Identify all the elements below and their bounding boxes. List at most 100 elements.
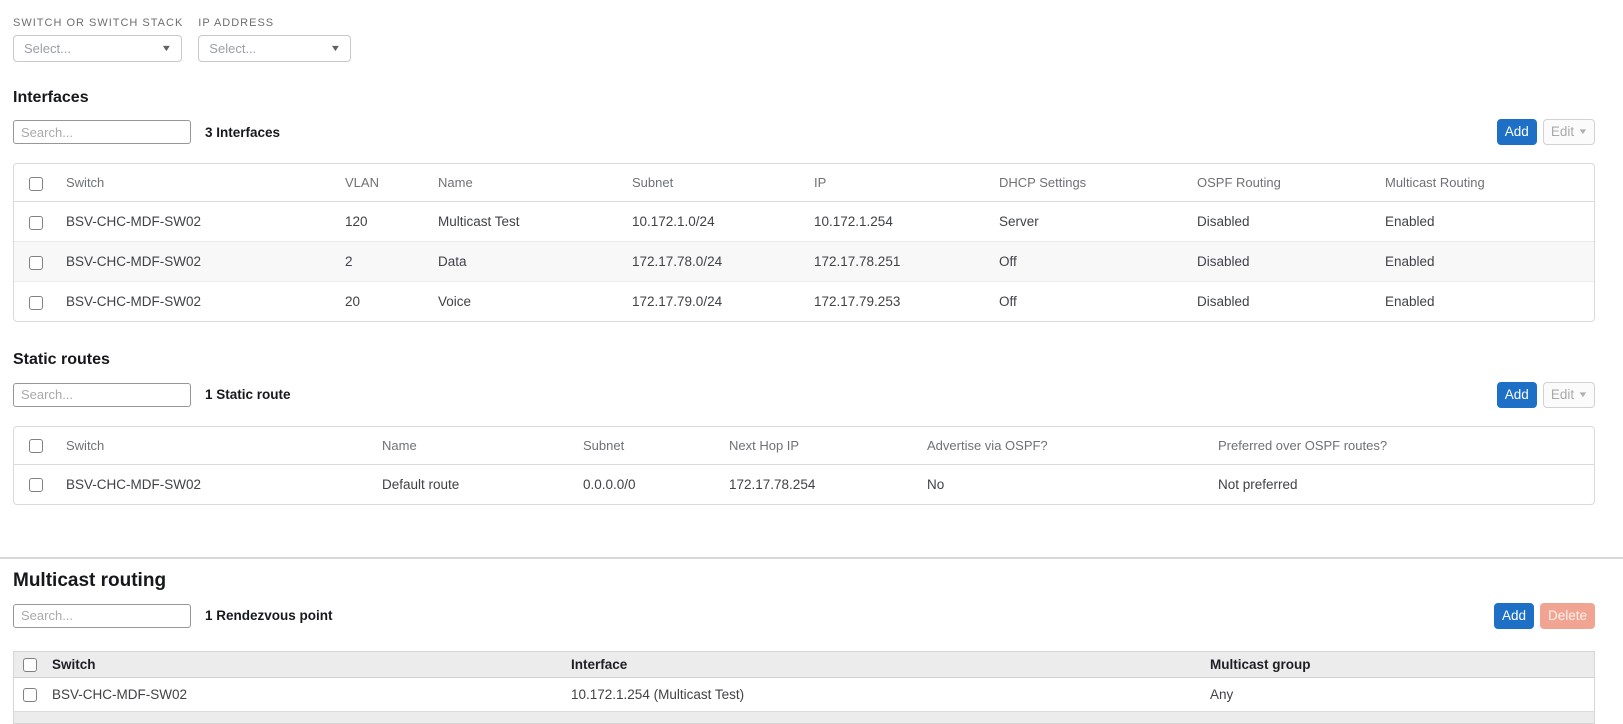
row-checkbox[interactable] (29, 215, 43, 230)
column-header: Switch (66, 164, 345, 203)
multicast-search-input[interactable] (13, 603, 191, 628)
cell-switch: BSV-CHC-MDF-SW02 (66, 476, 202, 492)
cell-vlan: 20 (345, 281, 438, 322)
cell-group: Any (1210, 686, 1234, 702)
multicast-table: Switch Interface Multicast group BSV-CHC… (14, 651, 1594, 723)
select-all-checkbox[interactable] (29, 439, 43, 454)
interfaces-title: Interfaces (13, 89, 89, 106)
cell-dhcp: Off (999, 281, 1197, 322)
cell-multicast: Enabled (1385, 281, 1594, 322)
row-checkbox[interactable] (29, 477, 43, 492)
column-header: DHCP Settings (999, 164, 1197, 203)
interfaces-search-input[interactable] (13, 120, 191, 145)
interfaces-toolbar: 3 Interfaces Add Edit ▼ (13, 119, 1595, 146)
switch-filter-group: SWITCH OR SWITCH STACK Select... ▼ (13, 17, 183, 62)
cell-advertise: No (927, 476, 945, 492)
table-footer-strip (14, 710, 1594, 723)
select-all-checkbox[interactable] (29, 176, 43, 191)
static-routes-actions: Add Edit ▼ (1496, 381, 1595, 408)
switch-select[interactable]: Select... ▼ (13, 35, 182, 62)
ip-filter-group: IP ADDRESS Select... ▼ (198, 17, 352, 62)
cell-switch: BSV-CHC-MDF-SW02 (52, 686, 188, 702)
interfaces-edit-label: Edit (1550, 124, 1575, 140)
interfaces-header-row: Switch VLAN Name Subnet IP DHCP Settings… (14, 164, 1594, 203)
cell-dhcp: Server (999, 214, 1039, 230)
ip-select[interactable]: Select... ▼ (198, 35, 352, 62)
static-routes-toolbar: 1 Static route Add Edit ▼ (13, 381, 1595, 408)
column-header: Switch (66, 426, 382, 465)
chevron-down-icon: ▼ (160, 43, 173, 53)
interfaces-edit-button[interactable]: Edit ▼ (1542, 119, 1595, 146)
cell-ospf: Disabled (1197, 241, 1385, 282)
section-divider (0, 556, 1623, 559)
cell-ip: 172.17.78.251 (814, 241, 999, 282)
multicast-delete-button[interactable]: Delete (1539, 602, 1595, 629)
column-header: Name (438, 164, 632, 203)
column-header: Next Hop IP (729, 426, 927, 465)
cell-multicast: Enabled (1385, 241, 1594, 282)
static-routes-header-row: Switch Name Subnet Next Hop IP Advertise… (14, 426, 1594, 465)
cell-name: Data (438, 241, 632, 282)
chevron-down-icon: ▼ (330, 43, 342, 53)
table-row[interactable]: BSV-CHC-MDF-SW02 10.172.1.254 (Multicast… (14, 677, 1594, 711)
cell-interface: 10.172.1.254 (Multicast Test) (571, 686, 745, 702)
ip-select-value: Select... (209, 41, 257, 56)
cell-subnet: 172.17.79.0/24 (632, 281, 814, 322)
chevron-down-icon: ▼ (1577, 127, 1589, 137)
table-row[interactable]: BSV-CHC-MDF-SW02 2 Data 172.17.78.0/24 1… (14, 241, 1594, 282)
interfaces-table: Switch VLAN Name Subnet IP DHCP Settings… (14, 164, 1594, 322)
column-header: Multicast Routing (1385, 164, 1594, 203)
cell-vlan: 2 (345, 241, 438, 282)
column-header: Advertise via OSPF? (927, 426, 1218, 465)
column-header: Subnet (632, 164, 814, 203)
cell-ip: 172.17.79.253 (814, 281, 999, 322)
interfaces-add-button[interactable]: Add (1496, 119, 1537, 146)
table-row[interactable]: BSV-CHC-MDF-SW02 20 Voice 172.17.79.0/24… (14, 281, 1594, 322)
column-header: Multicast group (1210, 651, 1594, 678)
cell-next-hop: 172.17.78.254 (729, 476, 816, 492)
cell-name: Voice (438, 281, 632, 322)
column-header: IP (814, 164, 999, 203)
multicast-title: Multicast routing (13, 569, 167, 591)
cell-subnet: 0.0.0.0/0 (583, 476, 636, 492)
chevron-down-icon: ▼ (1577, 389, 1589, 399)
routing-page: SWITCH OR SWITCH STACK Select... ▼ IP AD… (0, 0, 1623, 724)
column-header: Subnet (583, 426, 729, 465)
static-routes-add-button[interactable]: Add (1496, 381, 1537, 408)
cell-ospf: Disabled (1197, 281, 1385, 322)
multicast-add-button[interactable]: Add (1493, 602, 1534, 629)
row-checkbox[interactable] (29, 255, 43, 270)
cell-ospf: Disabled (1197, 214, 1250, 230)
static-routes-edit-label: Edit (1550, 386, 1575, 402)
select-all-checkbox[interactable] (23, 657, 37, 672)
column-header: Name (382, 426, 583, 465)
row-checkbox[interactable] (29, 295, 43, 310)
cell-multicast: Enabled (1385, 214, 1435, 230)
cell-switch: BSV-CHC-MDF-SW02 (66, 214, 202, 230)
cell-subnet: 10.172.1.0/24 (632, 214, 715, 230)
table-row[interactable]: BSV-CHC-MDF-SW02 120 Multicast Test 10.1… (14, 202, 1594, 242)
interfaces-actions: Add Edit ▼ (1496, 119, 1595, 146)
ip-filter-label: IP ADDRESS (198, 17, 275, 29)
column-header: Preferred over OSPF routes? (1218, 426, 1594, 465)
cell-vlan: 120 (345, 214, 368, 230)
switch-select-value: Select... (24, 41, 71, 56)
static-routes-table-card: Switch Name Subnet Next Hop IP Advertise… (13, 425, 1595, 505)
multicast-table-card: Switch Interface Multicast group BSV-CHC… (13, 650, 1595, 724)
static-routes-search-input[interactable] (13, 382, 191, 407)
cell-name: Default route (382, 476, 460, 492)
cell-ip: 10.172.1.254 (814, 214, 893, 230)
static-routes-title: Static routes (13, 351, 110, 369)
cell-name: Multicast Test (438, 214, 520, 230)
cell-preferred: Not preferred (1218, 476, 1298, 492)
static-routes-table: Switch Name Subnet Next Hop IP Advertise… (14, 426, 1594, 504)
cell-subnet: 172.17.78.0/24 (632, 241, 814, 282)
row-checkbox[interactable] (23, 687, 37, 702)
filter-bar: SWITCH OR SWITCH STACK Select... ▼ IP AD… (13, 17, 1595, 62)
cell-switch: BSV-CHC-MDF-SW02 (66, 241, 345, 282)
table-row[interactable]: BSV-CHC-MDF-SW02 Default route 0.0.0.0/0… (14, 464, 1594, 504)
column-header: VLAN (345, 164, 438, 203)
static-routes-edit-button[interactable]: Edit ▼ (1542, 381, 1595, 408)
interfaces-table-card: Switch VLAN Name Subnet IP DHCP Settings… (13, 163, 1595, 323)
column-header: Switch (52, 651, 571, 678)
